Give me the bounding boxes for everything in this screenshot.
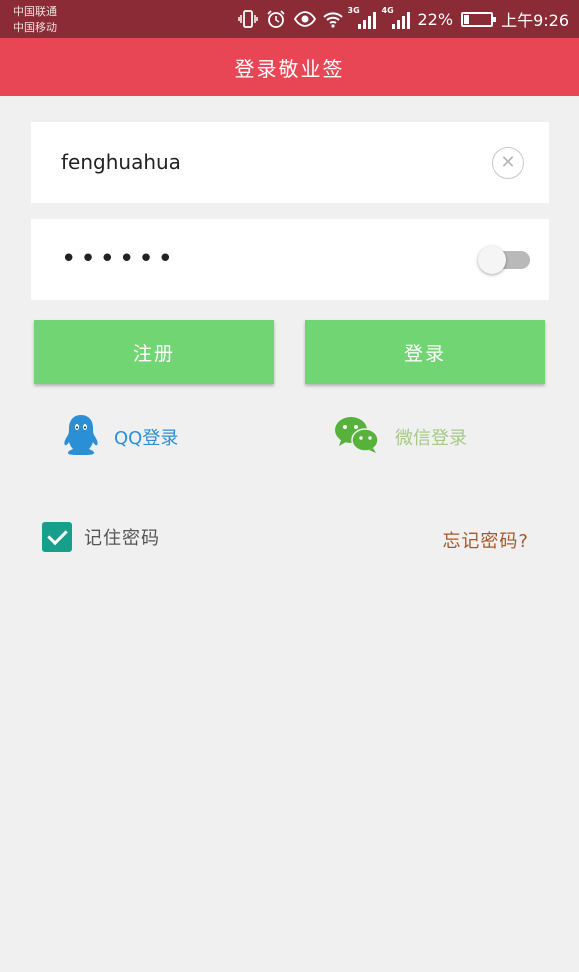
wechat-login-link[interactable]: 微信登录 — [333, 413, 467, 461]
clear-icon[interactable]: ✕ — [492, 147, 524, 179]
battery-percent: 22% — [417, 9, 454, 29]
wechat-icon — [333, 415, 381, 459]
battery-level — [464, 14, 470, 24]
show-password-toggle[interactable] — [478, 246, 530, 274]
qq-login-label: QQ登录 — [114, 428, 179, 449]
signal-icon: 3G — [348, 6, 376, 29]
alarm-icon — [266, 9, 286, 29]
toggle-knob — [478, 246, 506, 274]
eye-icon — [293, 9, 316, 29]
wifi-icon — [322, 9, 343, 29]
remember-checkbox[interactable] — [42, 522, 72, 552]
username-field: ✕ — [31, 122, 549, 203]
carrier-1: 中国联通 — [13, 5, 57, 18]
title-bar: 登录敬业签 — [0, 38, 579, 96]
carrier-names: 中国联通 中国移动 — [13, 4, 57, 36]
vibrate-icon — [237, 9, 258, 29]
login-button[interactable]: 登录 — [305, 320, 545, 384]
qq-login-link[interactable]: QQ登录 — [62, 413, 178, 461]
battery-icon — [461, 11, 497, 27]
page-title: 登录敬业签 — [234, 56, 345, 81]
status-icons: 3G 4G 22% 上午9:26 — [237, 6, 569, 31]
password-field — [31, 219, 549, 300]
register-button[interactable]: 注册 — [34, 320, 274, 384]
password-input[interactable] — [61, 239, 481, 279]
username-input[interactable] — [61, 142, 481, 182]
remember-password[interactable]: 记住密码 — [42, 522, 160, 552]
forgot-password-link[interactable]: 忘记密码? — [442, 527, 529, 553]
qq-penguin-icon — [62, 413, 100, 461]
status-bar: 中国联通 中国移动 3G 4G 22% 上午9:26 — [0, 0, 579, 38]
carrier-2: 中国移动 — [13, 21, 57, 34]
signal-icon: 4G — [382, 6, 410, 29]
remember-label: 记住密码 — [84, 528, 160, 549]
wechat-login-label: 微信登录 — [395, 428, 467, 449]
clock: 上午9:26 — [501, 11, 569, 30]
